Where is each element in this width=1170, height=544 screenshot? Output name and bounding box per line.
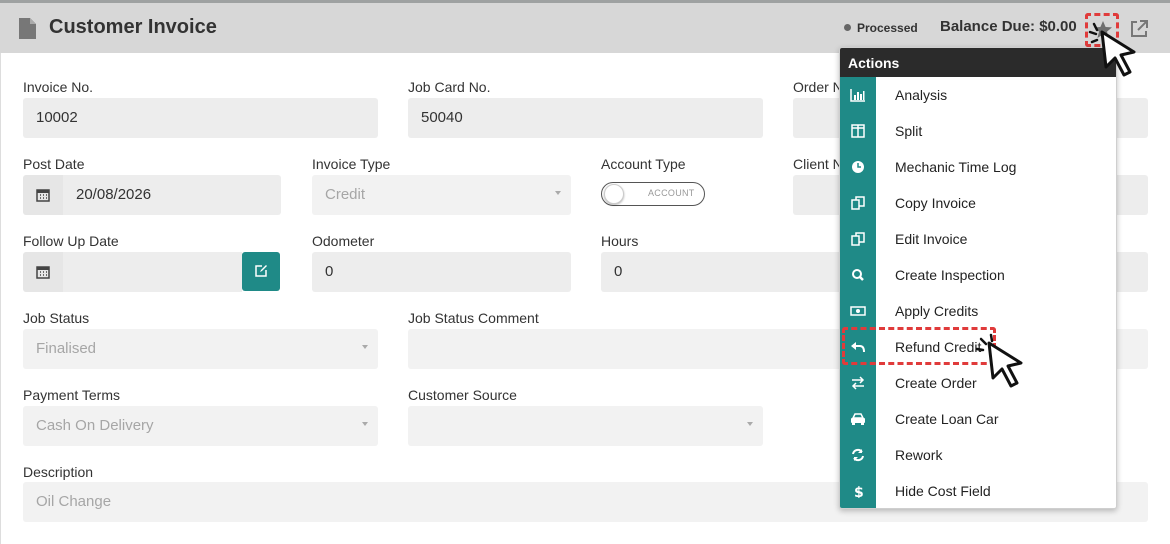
job-status-value: Finalised	[36, 340, 97, 357]
pointer-cursor-icon	[975, 333, 1023, 388]
job-card-no-label: Job Card No.	[408, 79, 491, 95]
toggle-text: ACCOUNT	[648, 188, 695, 198]
menu-item-apply-credits[interactable]: Apply Credits	[840, 293, 1116, 329]
menu-item-copy-invoice[interactable]: Copy Invoice	[840, 185, 1116, 221]
search-icon	[852, 269, 864, 281]
dollar-icon: $	[854, 485, 864, 498]
status-badge: Processed	[844, 21, 918, 35]
order-no-label: Order N	[793, 79, 843, 95]
odometer-field[interactable]: 0	[312, 252, 571, 292]
account-type-label: Account Type	[601, 156, 686, 172]
actions-menu: Actions Analysis Split Mechanic Time Log…	[839, 47, 1117, 509]
menu-item-label: Analysis	[895, 87, 948, 103]
payment-terms-label: Payment Terms	[23, 387, 120, 403]
menu-item-label: Rework	[895, 447, 943, 463]
calendar-icon	[36, 189, 50, 202]
svg-text:$: $	[854, 485, 864, 498]
menu-item-hide-cost-field[interactable]: $ Hide Cost Field	[840, 473, 1116, 508]
invoice-no-label: Invoice No.	[23, 79, 94, 95]
menu-item-label: Create Order	[895, 375, 977, 391]
menu-item-label: Apply Credits	[895, 303, 979, 319]
job-card-no-field[interactable]: 50040	[408, 98, 763, 138]
exchange-icon	[851, 376, 865, 390]
job-status-label: Job Status	[23, 310, 90, 326]
document-icon	[19, 18, 36, 39]
page-title: Customer Invoice	[49, 16, 217, 38]
follow-up-edit-button[interactable]	[242, 252, 280, 291]
chevron-down-icon	[747, 422, 753, 426]
menu-item-rework[interactable]: Rework	[840, 437, 1116, 473]
post-date-label: Post Date	[23, 156, 85, 172]
menu-item-label: Copy Invoice	[895, 195, 976, 211]
menu-item-label: Mechanic Time Log	[895, 159, 1017, 175]
menu-item-create-inspection[interactable]: Create Inspection	[840, 257, 1116, 293]
page-header: Customer Invoice Processed Balance Due: …	[0, 0, 1170, 53]
chevron-down-icon	[555, 191, 561, 195]
payment-terms-value: Cash On Delivery	[36, 417, 154, 434]
pointer-cursor-icon	[1088, 22, 1136, 77]
balance-due: Balance Due: $0.00	[940, 18, 1077, 35]
menu-item-label: Split	[895, 123, 923, 139]
invoice-type-value: Credit	[325, 186, 366, 203]
invoice-page: Customer Invoice Processed Balance Due: …	[0, 0, 1170, 544]
toggle-knob	[604, 184, 624, 204]
odometer-label: Odometer	[312, 233, 375, 249]
menu-item-mechanic-time-log[interactable]: Mechanic Time Log	[840, 149, 1116, 185]
follow-up-calendar-button[interactable]	[23, 252, 63, 292]
job-status-comment-label: Job Status Comment	[408, 310, 539, 326]
columns-icon	[851, 124, 865, 138]
invoice-type-select[interactable]: Credit	[312, 175, 571, 215]
follow-up-date-field[interactable]	[63, 252, 242, 292]
job-status-select[interactable]: Finalised	[23, 329, 378, 369]
copy-icon	[851, 232, 865, 246]
description-label: Description	[23, 464, 94, 480]
menu-item-split[interactable]: Split	[840, 113, 1116, 149]
client-label: Client N	[793, 156, 843, 172]
edit-icon	[255, 265, 267, 277]
customer-source-select[interactable]	[408, 406, 763, 446]
actions-menu-title: Actions	[840, 48, 1116, 77]
follow-up-date-label: Follow Up Date	[23, 233, 119, 249]
account-type-toggle[interactable]: ACCOUNT	[601, 182, 705, 206]
post-date-field[interactable]: 20/08/2026	[63, 175, 281, 215]
refund-credit-highlight	[842, 327, 996, 365]
menu-item-edit-invoice[interactable]: Edit Invoice	[840, 221, 1116, 257]
menu-item-label: Edit Invoice	[895, 231, 968, 247]
menu-item-label: Create Inspection	[895, 267, 1005, 283]
bar-chart-icon	[850, 89, 865, 102]
calendar-icon	[36, 266, 50, 279]
post-date-calendar-button[interactable]	[23, 175, 63, 215]
menu-item-create-loan-car[interactable]: Create Loan Car	[840, 401, 1116, 437]
chevron-down-icon	[362, 345, 368, 349]
money-icon	[850, 306, 866, 316]
customer-source-label: Customer Source	[408, 387, 517, 403]
copy-icon	[851, 196, 865, 210]
status-text: Processed	[857, 21, 918, 35]
clock-icon	[852, 161, 864, 173]
car-icon	[851, 413, 865, 425]
menu-item-label: Hide Cost Field	[895, 483, 991, 499]
invoice-type-label: Invoice Type	[312, 156, 391, 172]
payment-terms-select[interactable]: Cash On Delivery	[23, 406, 378, 446]
invoice-no-field[interactable]: 10002	[23, 98, 378, 138]
menu-item-analysis[interactable]: Analysis	[840, 77, 1116, 113]
refresh-icon	[852, 448, 864, 462]
hours-label: Hours	[601, 233, 639, 249]
chevron-down-icon	[362, 422, 368, 426]
menu-item-label: Create Loan Car	[895, 411, 999, 427]
status-dot	[844, 24, 851, 31]
